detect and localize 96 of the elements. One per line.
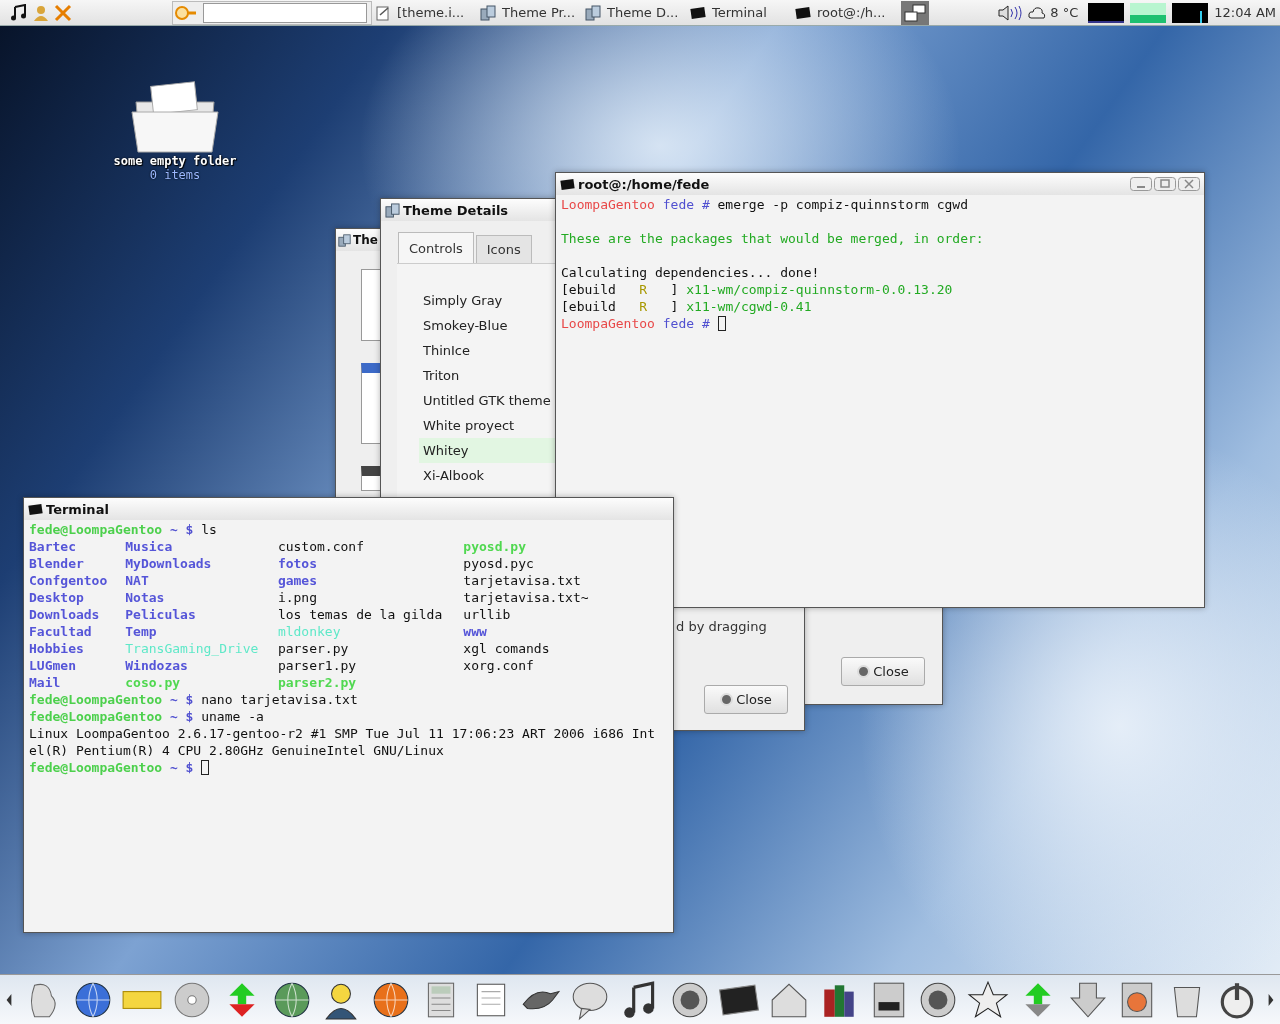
file-name: Windozas (125, 657, 189, 674)
file-name: games (277, 572, 318, 589)
terminal-line: el(R) Pentium(R) 4 CPU 2.80GHz GenuineIntel GNU/Linux (29, 742, 444, 759)
terminal-line: LoompaGentoo fede # (561, 315, 711, 332)
terminal-line: Linux LoompaGentoo 2.6.17-gentoo-r2 #1 SMP Tue Jul 11 17:06:23 ART 2006 i686 Int (29, 725, 656, 742)
package-icon (385, 202, 400, 218)
file-name: urllib (463, 606, 512, 623)
window-title: The (353, 233, 378, 247)
package-icon (585, 4, 601, 21)
theme-preview-thumbnail[interactable] (361, 466, 381, 491)
search-icon (173, 3, 199, 22)
file-name: coso.py (125, 674, 182, 691)
temperature-text: 8 °C (1050, 5, 1079, 20)
folder-item-count: 0 items (149, 168, 201, 182)
workspace-switcher[interactable] (901, 0, 929, 25)
taskbar-button[interactable]: Theme D... (585, 0, 687, 25)
theme-list-item[interactable]: Smokey-Blue (419, 313, 556, 338)
speaker-icon[interactable] (996, 3, 1025, 22)
file-name: Facultad (29, 623, 93, 640)
file-name: Musica (125, 538, 174, 555)
window-title: root@:/home/fede (578, 176, 710, 192)
tab[interactable]: Controls (398, 232, 474, 263)
taskbar-button[interactable]: root@:/h... (795, 0, 897, 25)
file-name: fotos (277, 555, 318, 572)
close-button[interactable]: Close (704, 685, 788, 714)
network-graph[interactable] (1172, 2, 1209, 23)
file-name: mldonkey (277, 623, 342, 640)
theme-list-item[interactable]: Xi-Albook (419, 463, 556, 488)
terminal-line: LoompaGentoo fede # emerge -p compiz-quinnstorm cgwd (561, 196, 968, 213)
theme-list-item[interactable]: Simply Gray (419, 288, 556, 313)
file-name: los temas de la gilda (277, 606, 444, 623)
taskbar-button[interactable]: Terminal (690, 0, 792, 25)
file-name: Hobbies (29, 640, 85, 657)
close-icon[interactable] (1178, 177, 1200, 191)
file-name: Mail (29, 674, 62, 691)
file-name: Desktop (29, 589, 85, 606)
terminal-line: [ebuild R ] x11-wm/compiz-quinnstorm-0.0.13.20 (561, 281, 953, 298)
terminal-line: Calculating dependencies... done! (561, 264, 820, 281)
search-field[interactable] (172, 0, 372, 25)
info-text: d by dragging (676, 619, 767, 634)
file-name: parser.py (277, 640, 350, 657)
file-name: Confgentoo (29, 572, 109, 589)
cross-icon[interactable] (54, 3, 72, 22)
terminal-line: fede@LoompaGentoo ~ $ uname -a (29, 708, 264, 725)
file-name: pyosd.py (463, 538, 527, 555)
cpu-graph[interactable] (1088, 2, 1125, 23)
terminal-line: These are the packages that would be merged, in order: (561, 230, 984, 247)
terminal-line: fede@LoompaGentoo ~ $ nano tarjetavisa.txt (29, 691, 358, 708)
theme-preview-thumbnail[interactable] (361, 269, 381, 341)
file-name: Peliculas (125, 606, 197, 623)
file-name: www (463, 623, 488, 640)
file-name: MyDownloads (125, 555, 213, 572)
file-name: tarjetavisa.txt (463, 572, 582, 589)
theme-list-item[interactable]: Whitey (419, 438, 556, 463)
theme-list-item[interactable]: Triton (419, 363, 556, 388)
music-note-icon[interactable] (10, 3, 28, 22)
file-name: parser2.py (277, 674, 358, 691)
document-icon (375, 4, 391, 21)
theme-list-item[interactable]: Untitled GTK theme (419, 388, 556, 413)
minimize-icon[interactable] (1130, 177, 1152, 191)
file-name: TransGaming_Drive (125, 640, 260, 657)
terminal-line: fede@LoompaGentoo ~ $ (29, 759, 195, 776)
file-name: Downloads (29, 606, 101, 623)
file-name: xorg.conf (463, 657, 535, 674)
terminal-icon (690, 4, 706, 21)
file-name: Bartec (29, 538, 77, 555)
close-button[interactable]: Close (841, 657, 925, 686)
taskbar-button[interactable]: [theme.i... (375, 0, 477, 25)
terminal-line: fede@LoompaGentoo ~ $ ls (29, 521, 217, 538)
clock[interactable]: 12:04 AM (1214, 5, 1276, 20)
file-name: LUGmen (29, 657, 77, 674)
file-name: NAT (125, 572, 150, 589)
terminal-icon (560, 176, 575, 192)
file-name: i.png (277, 589, 318, 606)
file-name: xgl comands (463, 640, 551, 657)
folder-icon[interactable] (130, 78, 220, 154)
file-name: parser1.py (277, 657, 358, 674)
theme-preview-thumbnail[interactable] (361, 363, 381, 444)
folder-label[interactable]: some empty folder (113, 154, 237, 168)
file-name: pyosd.pyc (463, 555, 535, 572)
theme-list-item[interactable]: ThinIce (419, 338, 556, 363)
theme-list-item[interactable]: White proyect (419, 413, 556, 438)
file-name: Blender (29, 555, 85, 572)
tab[interactable]: Icons (475, 235, 532, 263)
window-title: Theme Details (403, 202, 509, 218)
file-name: Temp (125, 623, 158, 640)
terminal-icon (795, 4, 811, 21)
file-name: tarjetavisa.txt~ (463, 589, 590, 606)
package-icon (338, 233, 351, 247)
terminal-icon (28, 501, 43, 517)
package-icon (480, 4, 496, 21)
window-title: Terminal (46, 501, 109, 517)
file-name: custom.conf (277, 538, 365, 555)
file-name: Notas (125, 589, 166, 606)
taskbar-button[interactable]: Theme Pr... (480, 0, 582, 25)
terminal-line: [ebuild R ] x11-wm/cgwd-0.41 (561, 298, 812, 315)
